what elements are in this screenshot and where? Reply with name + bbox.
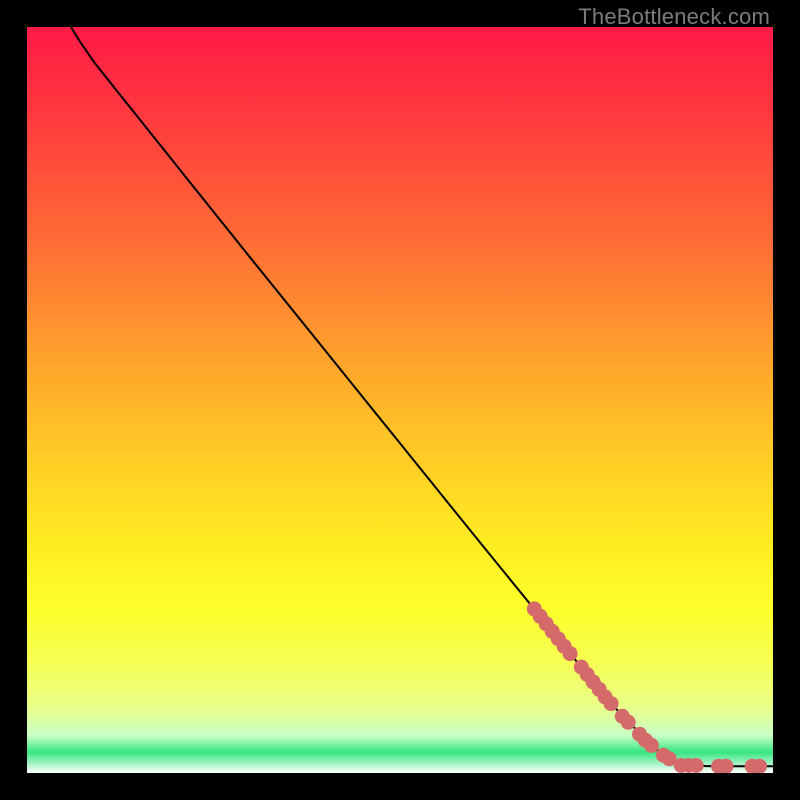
bottleneck-curve: [71, 27, 773, 766]
data-marker: [563, 646, 578, 661]
data-marker: [644, 738, 659, 753]
watermark-text: TheBottleneck.com: [578, 4, 770, 30]
chart-frame: TheBottleneck.com: [0, 0, 800, 800]
data-marker: [604, 696, 619, 711]
chart-svg: [27, 27, 773, 773]
data-marker: [621, 715, 636, 730]
data-marker: [689, 758, 704, 773]
plot-area: [27, 27, 773, 773]
markers-diagonal: [527, 601, 677, 766]
markers-bottom: [674, 758, 767, 773]
